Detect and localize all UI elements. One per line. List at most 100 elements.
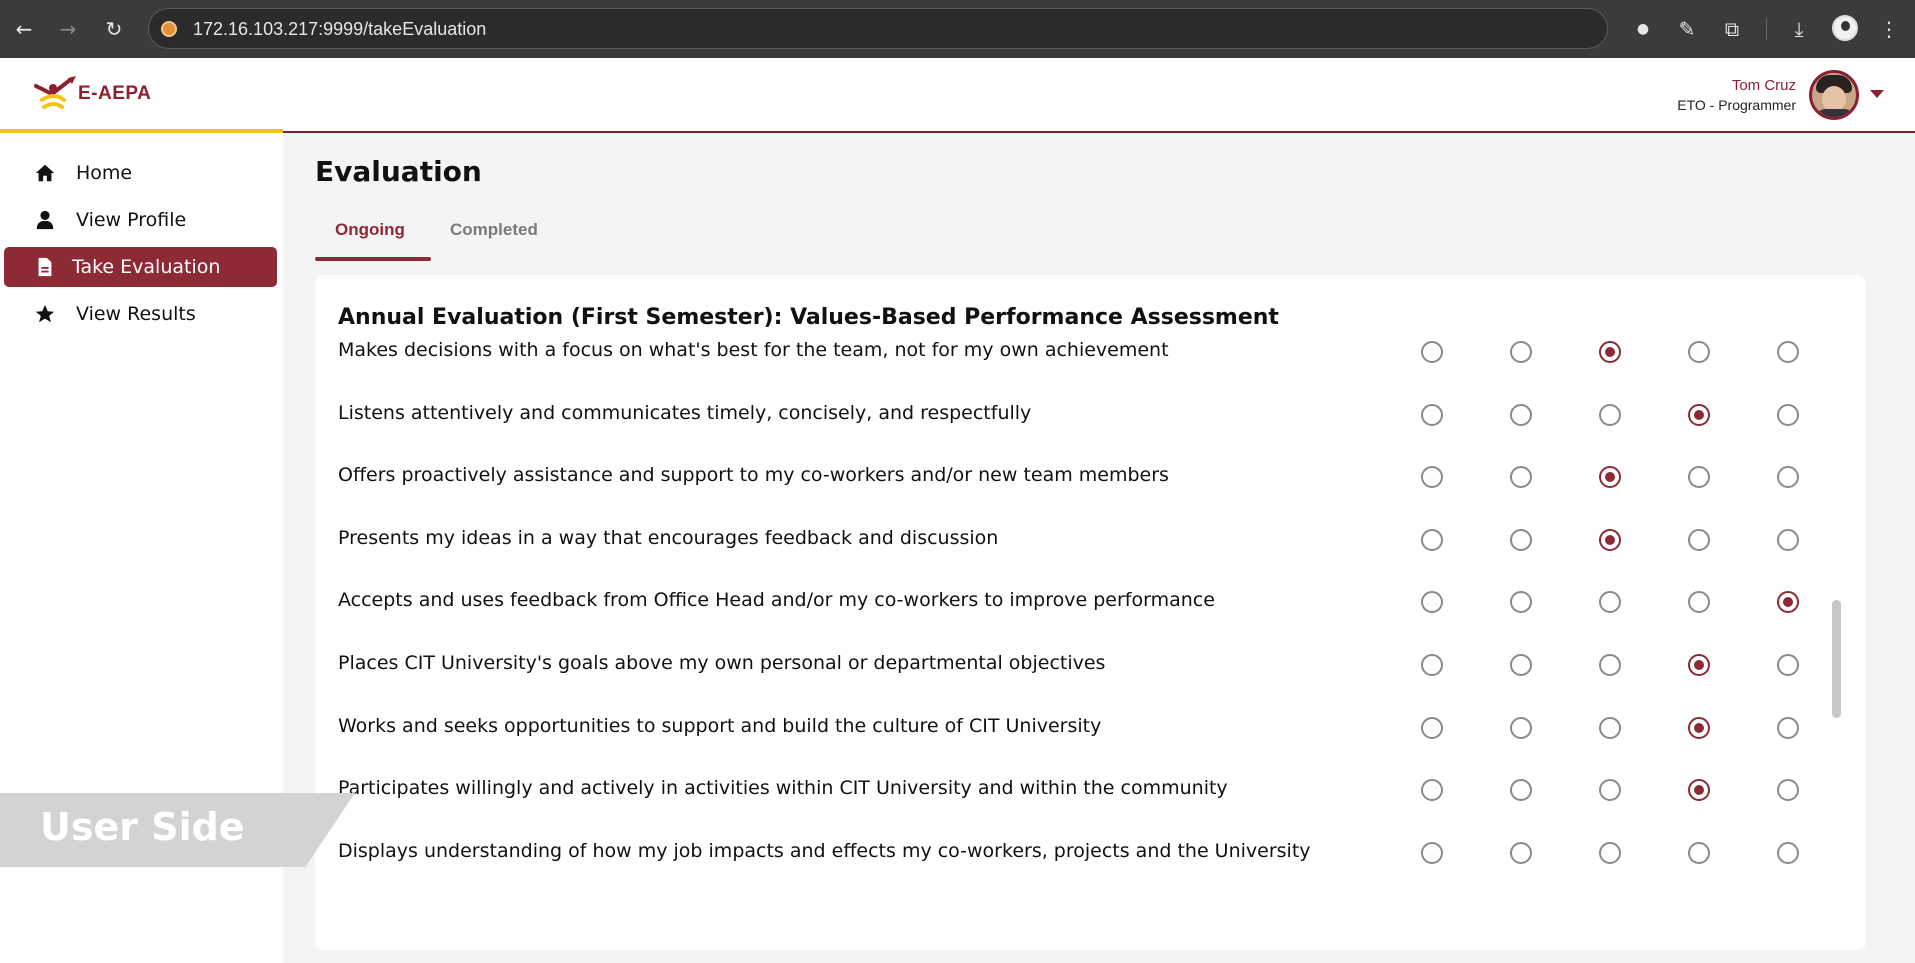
app-logo[interactable]: E-AEPA [34, 74, 184, 114]
sidebar-item-label: Take Evaluation [72, 256, 221, 278]
profile-icon[interactable] [1832, 15, 1858, 41]
rating-radio-5[interactable] [1777, 403, 1799, 426]
rating-radio-4[interactable] [1688, 841, 1710, 864]
logo-text: E-AEPA [78, 83, 152, 104]
rating-radio-3[interactable] [1599, 466, 1621, 489]
question-row: Works and seeks opportunities to support… [315, 707, 1866, 747]
app-header [0, 58, 1915, 133]
rating-radio-2[interactable] [1510, 716, 1532, 739]
question-text: Places CIT University's goals above my o… [338, 652, 1106, 674]
rating-radio-2[interactable] [1510, 403, 1532, 426]
extensions-icon[interactable]: ⧉ [1719, 16, 1745, 42]
rating-radio-3[interactable] [1599, 716, 1621, 739]
rating-radio-4[interactable] [1688, 779, 1710, 802]
main-content: Evaluation Ongoing Completed Annual Eval… [283, 133, 1915, 963]
user-role: ETO - Programmer [1677, 97, 1796, 113]
browser-toolbar: ← → ↻ 172.16.103.217:9999/takeEvaluation… [0, 0, 1915, 58]
rating-radio-2[interactable] [1510, 841, 1532, 864]
logo-figure-icon [34, 76, 76, 109]
rating-radio-1[interactable] [1421, 841, 1443, 864]
rating-radio-1[interactable] [1421, 779, 1443, 802]
sidebar-item-label: View Profile [76, 209, 187, 231]
rating-radio-5[interactable] [1777, 841, 1799, 864]
active-tab-indicator [315, 257, 431, 261]
star-icon [35, 304, 55, 323]
rating-radio-5[interactable] [1777, 591, 1799, 614]
rating-radio-5[interactable] [1777, 779, 1799, 802]
reload-icon[interactable]: ↻ [102, 17, 126, 41]
sidebar-item-label: View Results [76, 303, 196, 325]
sidebar-item-label: Home [76, 162, 133, 184]
download-icon[interactable]: ⤓ [1786, 16, 1812, 42]
question-row: Accepts and uses feedback from Office He… [315, 581, 1866, 621]
back-icon[interactable]: ← [12, 17, 36, 41]
rating-radio-1[interactable] [1421, 341, 1443, 363]
rating-radio-3[interactable] [1599, 654, 1621, 676]
user-info[interactable]: Tom Cruz ETO - Programmer [1677, 76, 1796, 114]
rating-radio-2[interactable] [1510, 591, 1532, 614]
sidebar-item-view-results[interactable]: View Results [4, 294, 277, 334]
question-text: Listens attentively and communicates tim… [338, 401, 1032, 424]
question-row: Makes decisions with a focus on what's b… [315, 331, 1866, 371]
question-text: Displays understanding of how my job imp… [338, 839, 1311, 862]
rating-radio-5[interactable] [1777, 654, 1799, 676]
user-side-label: User Side [40, 805, 245, 849]
rating-radio-5[interactable] [1777, 716, 1799, 739]
rating-radio-3[interactable] [1599, 403, 1621, 426]
tab-ongoing[interactable]: Ongoing [335, 220, 405, 240]
rating-radio-4[interactable] [1688, 528, 1710, 551]
sidebar-item-view-profile[interactable]: View Profile [4, 200, 277, 240]
evaluation-title: Annual Evaluation (First Semester): Valu… [338, 305, 1279, 330]
menu-dots-icon[interactable]: ⋮ [1876, 16, 1902, 42]
home-icon [35, 164, 55, 182]
eyedropper-icon[interactable]: ✎ [1674, 16, 1700, 42]
chevron-down-icon[interactable] [1870, 90, 1884, 98]
question-row: Presents my ideas in a way that encourag… [315, 519, 1866, 559]
rating-radio-2[interactable] [1510, 654, 1532, 676]
sidebar-item-home[interactable]: Home [4, 153, 277, 193]
question-text: Makes decisions with a focus on what's b… [338, 339, 1169, 361]
rating-radio-3[interactable] [1599, 779, 1621, 802]
question-row: Participates willingly and actively in a… [315, 769, 1866, 809]
rating-radio-2[interactable] [1510, 528, 1532, 551]
toolbar-divider [1766, 18, 1767, 40]
rating-radio-4[interactable] [1688, 716, 1710, 739]
rating-radio-3[interactable] [1599, 841, 1621, 864]
rating-radio-2[interactable] [1510, 341, 1532, 363]
rating-radio-1[interactable] [1421, 591, 1443, 614]
rating-radio-2[interactable] [1510, 466, 1532, 489]
scrollbar-thumb[interactable] [1832, 600, 1841, 718]
rating-radio-1[interactable] [1421, 528, 1443, 551]
rating-radio-4[interactable] [1688, 403, 1710, 426]
question-text: Participates willingly and actively in a… [338, 777, 1228, 800]
user-icon [36, 210, 54, 230]
record-icon[interactable]: ● [1630, 16, 1656, 42]
user-name: Tom Cruz [1731, 77, 1796, 94]
rating-radio-4[interactable] [1688, 591, 1710, 614]
address-bar[interactable]: 172.16.103.217:9999/takeEvaluation [148, 8, 1608, 49]
page-title: Evaluation [315, 155, 482, 188]
rating-radio-2[interactable] [1510, 779, 1532, 802]
question-text: Offers proactively assistance and suppor… [338, 464, 1169, 487]
rating-radio-1[interactable] [1421, 654, 1443, 676]
rating-radio-1[interactable] [1421, 466, 1443, 489]
rating-radio-3[interactable] [1599, 341, 1621, 363]
question-row: Displays understanding of how my job imp… [315, 832, 1866, 872]
rating-radio-1[interactable] [1421, 716, 1443, 739]
rating-radio-4[interactable] [1688, 341, 1710, 363]
url-text[interactable]: 172.16.103.217:9999/takeEvaluation [193, 19, 486, 40]
rating-radio-3[interactable] [1599, 528, 1621, 551]
site-info-icon[interactable] [161, 21, 177, 37]
rating-radio-1[interactable] [1421, 403, 1443, 426]
rating-radio-4[interactable] [1688, 654, 1710, 676]
rating-radio-5[interactable] [1777, 466, 1799, 489]
rating-radio-5[interactable] [1777, 528, 1799, 551]
rating-radio-3[interactable] [1599, 591, 1621, 614]
question-row: Listens attentively and communicates tim… [315, 394, 1866, 434]
sidebar-item-take-evaluation[interactable]: Take Evaluation [4, 247, 277, 287]
avatar[interactable] [1809, 70, 1859, 120]
forward-icon[interactable]: → [56, 17, 80, 41]
tab-completed[interactable]: Completed [450, 220, 538, 240]
rating-radio-4[interactable] [1688, 466, 1710, 489]
rating-radio-5[interactable] [1777, 341, 1799, 363]
